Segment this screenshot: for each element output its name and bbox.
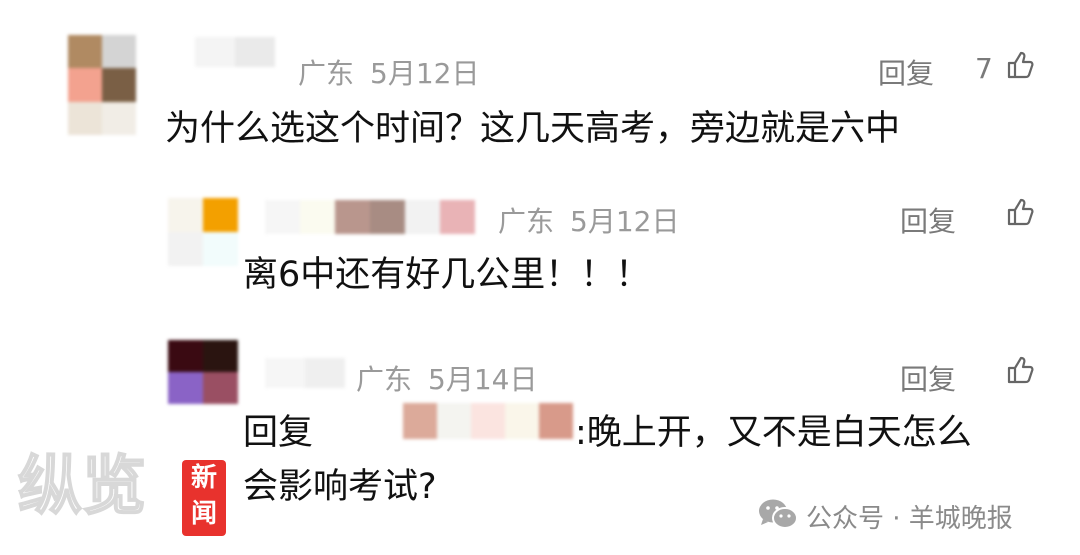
comment-date: 5月12日 bbox=[370, 57, 480, 90]
reply-button[interactable]: 回复 bbox=[878, 52, 934, 92]
thumbs-up-icon[interactable] bbox=[1005, 197, 1035, 227]
mentioned-username-blurred[interactable] bbox=[403, 403, 573, 439]
comment-text: 离6中还有好几公里！！！ bbox=[243, 255, 651, 295]
comment-date: 5月12日 bbox=[570, 205, 680, 238]
avatar[interactable] bbox=[168, 340, 238, 404]
wechat-icon bbox=[759, 499, 798, 529]
zonglan-watermark: 纵览 bbox=[17, 450, 147, 524]
source-label: 公众号 · 羊城晚报 bbox=[806, 504, 1013, 534]
username-blurred[interactable] bbox=[265, 200, 475, 234]
comment-text-line1: :晚上开，又不是白天怎么 bbox=[575, 413, 972, 453]
avatar[interactable] bbox=[68, 35, 136, 135]
news-badge-char-1: 新 bbox=[190, 463, 217, 493]
news-badge: 新 闻 bbox=[182, 460, 226, 536]
comment-text: 为什么选这个时间？这几天高考，旁边就是六中 bbox=[165, 109, 901, 149]
reply-button[interactable]: 回复 bbox=[900, 200, 956, 240]
reply-button[interactable]: 回复 bbox=[900, 358, 956, 398]
username-blurred[interactable] bbox=[195, 37, 275, 67]
news-badge-char-2: 闻 bbox=[190, 499, 217, 529]
reply-prefix: 回复 bbox=[243, 413, 314, 453]
thumbs-up-icon[interactable] bbox=[1005, 355, 1035, 385]
comment-location: 广东 bbox=[298, 57, 355, 90]
avatar[interactable] bbox=[168, 198, 238, 266]
like-count: 7 bbox=[975, 52, 993, 85]
thumbs-up-icon[interactable] bbox=[1005, 50, 1035, 80]
username-blurred[interactable] bbox=[265, 358, 345, 388]
comment-date: 5月14日 bbox=[428, 363, 538, 396]
comment-location: 广东 bbox=[356, 363, 413, 396]
comment-text-line2: 会影响考试? bbox=[243, 467, 437, 507]
comment-location: 广东 bbox=[498, 205, 555, 238]
